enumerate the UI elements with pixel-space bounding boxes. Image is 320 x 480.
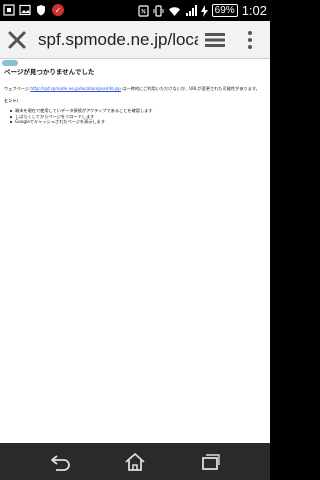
browser-toolbar: spf.spmode.ne.jp/location: [0, 21, 270, 59]
overflow-menu-icon[interactable]: [246, 30, 254, 50]
page-url-link[interactable]: http://spf.spmode.ne.jp/location/posinfo…: [30, 86, 121, 91]
tabs-icon[interactable]: [205, 31, 225, 49]
image-icon: [19, 4, 31, 16]
svg-text:✓: ✓: [55, 6, 62, 15]
system-icons: N 69% 1:02: [138, 2, 267, 19]
hint-label: ヒント:: [4, 98, 19, 104]
home-icon[interactable]: [124, 452, 146, 472]
shield-icon: [37, 5, 45, 16]
navigation-bar: [0, 443, 270, 480]
clock: 1:02: [241, 3, 267, 18]
recent-apps-icon[interactable]: [199, 452, 221, 472]
signal-icon: [185, 4, 197, 16]
charging-icon: [200, 4, 208, 17]
web-page[interactable]: ページが見つかりませんでした ウェブページ http://spf.spmode.…: [0, 59, 270, 443]
notification-icons: ✓: [3, 3, 65, 17]
vibrate-icon: [153, 4, 164, 17]
app-notification-icon: ✓: [52, 4, 64, 16]
battery-indicator: 69%: [211, 4, 238, 17]
wifi-icon: [168, 6, 180, 16]
desc-prefix: ウェブページ: [4, 86, 30, 91]
close-icon[interactable]: [6, 29, 28, 51]
page-title: ページが見つかりませんでした: [4, 68, 95, 76]
error-content: ページが見つかりませんでした ウェブページ http://spf.spmode.…: [4, 66, 262, 125]
svg-text:N: N: [141, 8, 146, 15]
back-icon[interactable]: [50, 452, 72, 472]
desc-suffix: は一時的にご利用いただけないか、URLが変更された可能性があります。: [122, 86, 260, 91]
list-item: Googleでキャッシュされたページを表示します: [10, 119, 262, 124]
hint-list: 端末を現在で使用していデータ接続がアクティブであることを確認します しばらくして…: [10, 108, 262, 124]
screenshot-icon: [3, 4, 15, 16]
status-bar: ✓ N 69% 1:02: [0, 0, 270, 21]
url-bar[interactable]: spf.spmode.ne.jp/location: [38, 28, 198, 52]
nfc-icon: N: [138, 4, 149, 17]
error-description: ウェブページ http://spf.spmode.ne.jp/location/…: [4, 86, 262, 91]
